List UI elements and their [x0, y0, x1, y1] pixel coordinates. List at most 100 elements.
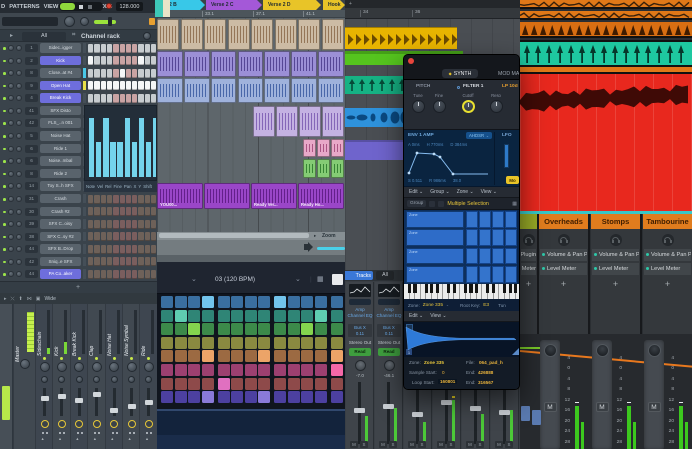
fader-cap-blue[interactable]: [521, 406, 530, 421]
channel-led[interactable]: [3, 236, 6, 239]
strip-setting-button[interactable]: [349, 299, 371, 305]
step-cell[interactable]: [151, 56, 156, 65]
pad-cell[interactable]: [175, 350, 187, 362]
channel-name-button[interactable]: SFX C..oisy: [40, 219, 81, 229]
step-cell[interactable]: [88, 44, 93, 53]
pad-cell[interactable]: [315, 391, 327, 403]
step-cell[interactable]: [132, 81, 137, 90]
pad-cell[interactable]: [301, 364, 313, 376]
step-cell[interactable]: [151, 232, 156, 241]
strip-mute-button[interactable]: M: [466, 441, 474, 448]
pad-cell[interactable]: [231, 378, 243, 390]
audio-clip[interactable]: [322, 19, 344, 50]
pad-cell[interactable]: [331, 296, 343, 308]
channel-filter-dropdown[interactable]: All: [22, 32, 66, 41]
mixer-tab-all[interactable]: All: [376, 271, 394, 280]
audio-clip[interactable]: [251, 19, 273, 50]
strip-fader-cap[interactable]: [499, 410, 510, 415]
rack-collapse-icon[interactable]: ▸: [10, 32, 13, 39]
black-key[interactable]: [408, 284, 411, 293]
strip-fader-cap[interactable]: [145, 400, 153, 405]
step-cell[interactable]: [151, 195, 156, 204]
step-cell[interactable]: [151, 81, 156, 90]
marker-4[interactable]: Hook: [323, 0, 345, 10]
channel-name-button[interactable]: Close..at #4: [40, 68, 81, 78]
step-cell[interactable]: [107, 81, 112, 90]
channel-vol-knob[interactable]: [16, 146, 22, 152]
channel-vol-knob[interactable]: [16, 221, 22, 227]
group-m-toggle[interactable]: [429, 201, 435, 207]
menu-item-view[interactable]: VIEW: [44, 4, 59, 10]
channel-vol-knob[interactable]: [16, 120, 22, 126]
pad-cell[interactable]: [218, 310, 230, 322]
step-cell[interactable]: [94, 270, 99, 279]
channel-pan-knob[interactable]: [8, 246, 14, 252]
channel-pan-knob[interactable]: [8, 146, 14, 152]
pad-cell[interactable]: [231, 310, 243, 322]
audio-clip[interactable]: [317, 139, 330, 157]
pad-cell[interactable]: [218, 350, 230, 362]
zoom-play-icon[interactable]: ▸: [314, 233, 316, 239]
step-cell[interactable]: [120, 257, 125, 266]
audio-clip[interactable]: [184, 78, 210, 103]
strip-solo-button[interactable]: S: [360, 441, 368, 448]
menu-view[interactable]: View ⌄: [430, 313, 446, 319]
menu-item-patterns[interactable]: PATTERNS: [9, 4, 39, 10]
step-cell[interactable]: [151, 44, 156, 53]
step-cell[interactable]: [126, 44, 131, 53]
fine-knob[interactable]: [433, 100, 446, 113]
pad-cell[interactable]: [231, 391, 243, 403]
zone-cell[interactable]: [492, 211, 504, 228]
strip-solo-button[interactable]: S: [389, 441, 397, 448]
strip-fader-track[interactable]: [387, 382, 390, 444]
channel-led[interactable]: [3, 211, 6, 214]
step-cell[interactable]: [101, 257, 106, 266]
black-key[interactable]: [413, 284, 416, 293]
step-cell[interactable]: [113, 195, 118, 204]
strip-fx-knob[interactable]: [41, 420, 49, 428]
step-cell[interactable]: [94, 94, 99, 103]
channel-name-button[interactable]: Noise Hat: [40, 131, 81, 141]
record-button[interactable]: [106, 3, 112, 9]
channel-led[interactable]: [3, 160, 6, 163]
step-cell[interactable]: [88, 81, 93, 90]
pad-cell[interactable]: [258, 391, 270, 403]
step-cell[interactable]: [88, 270, 93, 279]
pad-cell[interactable]: [245, 296, 257, 308]
black-key[interactable]: [503, 284, 506, 293]
channel-vol-knob[interactable]: [16, 70, 22, 76]
plugin-slot[interactable]: Level Meter: [644, 263, 691, 275]
strip-mute-button[interactable]: M: [495, 441, 503, 448]
channel-target-indicator[interactable]: [83, 207, 86, 217]
strip-eq-thumbnail[interactable]: [378, 284, 400, 297]
audio-clip[interactable]: [331, 159, 344, 178]
strip-route-chevron-icon[interactable]: ▴: [76, 436, 78, 442]
plugin-slot[interactable]: Level Meter: [592, 263, 639, 275]
step-cell[interactable]: [145, 207, 150, 216]
strip-output[interactable]: Stereo Out: [375, 340, 403, 345]
zone-cell[interactable]: [479, 211, 491, 228]
strip-automation-button[interactable]: Read: [349, 348, 371, 356]
audio-clip[interactable]: [228, 19, 250, 50]
pad-cell[interactable]: [315, 337, 327, 349]
mixer-up-icon[interactable]: ⬆: [19, 296, 23, 302]
channel-vol-knob[interactable]: [16, 171, 22, 177]
channel-vol-knob[interactable]: [16, 108, 22, 114]
black-key[interactable]: [430, 284, 433, 293]
add-plugin-button[interactable]: +: [539, 279, 588, 289]
strip-led[interactable]: [147, 357, 150, 360]
channel-target-indicator[interactable]: [83, 194, 86, 204]
step-cell[interactable]: [132, 245, 137, 254]
pad-cell[interactable]: [202, 378, 214, 390]
channel-pan-knob[interactable]: [8, 95, 14, 101]
strip-pan-knob[interactable]: [74, 362, 84, 372]
strip-fx-knob[interactable]: [145, 420, 153, 428]
track-orange-3[interactable]: [520, 22, 692, 38]
plugin-slot[interactable]: Volume & Pan Plugin: [592, 249, 639, 261]
black-key[interactable]: [425, 284, 428, 293]
step-cell[interactable]: [94, 44, 99, 53]
black-key[interactable]: [436, 284, 439, 293]
strip-fader-cap[interactable]: [41, 396, 49, 401]
pad-cell[interactable]: [331, 350, 343, 362]
channel-name-button[interactable]: Toy S..h SFX: [40, 181, 81, 191]
